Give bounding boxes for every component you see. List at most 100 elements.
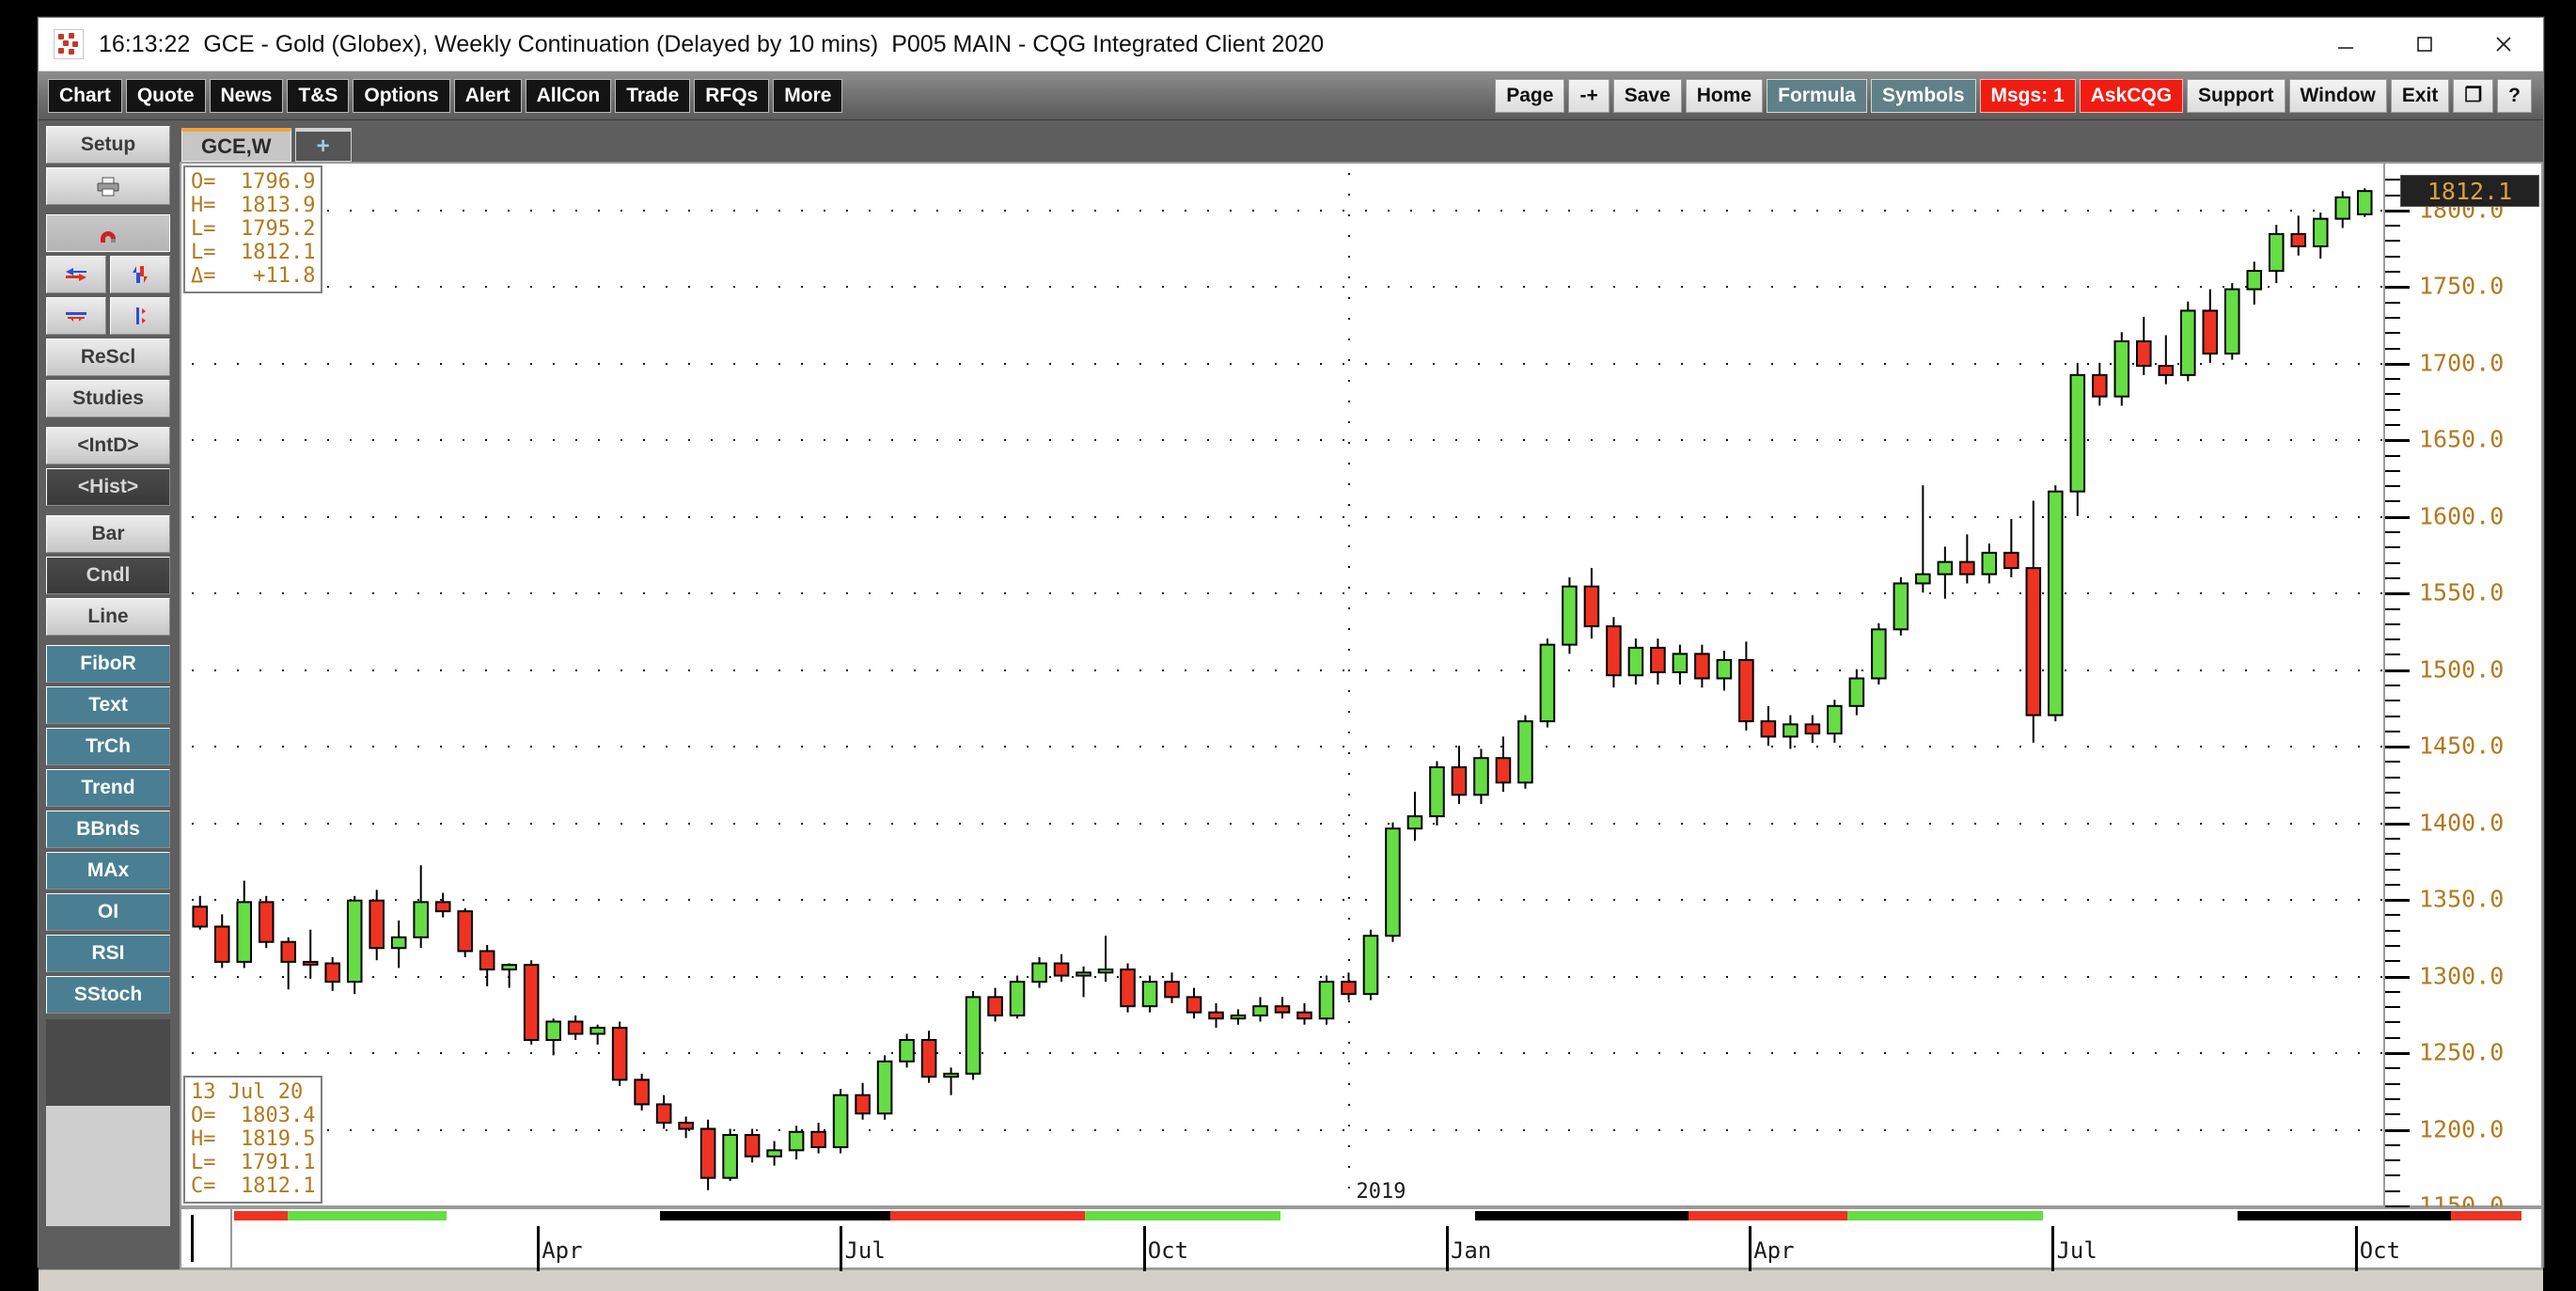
price-tick-label: 1300.0 — [2419, 962, 2505, 990]
info-row: Δ= +11.8 — [191, 264, 316, 288]
session-segment — [287, 1211, 448, 1220]
sidebar-item-trend-channel[interactable]: TrCh — [46, 728, 170, 765]
toolbarright-window-button[interactable]: Window — [2288, 78, 2387, 113]
info-row: O= 1796.9 — [191, 170, 316, 194]
price-tick — [2385, 576, 2400, 579]
price-axis[interactable]: 1812.1 1800.0 1750.0 1700.0 1650.0 1600.0 155… — [2385, 162, 2543, 1220]
price-tick — [2385, 332, 2400, 335]
info-row: H= 1819.5 — [191, 1127, 316, 1151]
toolbarright-askcqg-button[interactable]: AskCQG — [2079, 78, 2184, 113]
toolbarright-page-stepper-button[interactable]: -+ — [1568, 78, 1610, 113]
price-tick — [2385, 929, 2400, 932]
current-price-marker: 1812.1 — [2400, 175, 2539, 208]
sidebar-item-open-interest[interactable]: OI — [46, 893, 170, 931]
time-tick-label: Apr — [537, 1226, 583, 1271]
toolbarright-formula-button[interactable]: Formula — [1767, 78, 1867, 113]
sidebar-item-bollinger-bands[interactable]: BBnds — [46, 811, 170, 848]
pan-horizontal-icon[interactable] — [46, 256, 106, 293]
session-segment — [1688, 1211, 1848, 1220]
price-tick — [2385, 1128, 2410, 1132]
price-tick — [2385, 945, 2400, 947]
toolbar-allcon-button[interactable]: AllCon — [525, 78, 612, 113]
price-tick — [2385, 1021, 2400, 1024]
pan-vertical-icon[interactable] — [110, 256, 170, 293]
price-tick — [2385, 899, 2410, 903]
price-tick — [2385, 424, 2400, 426]
minimize-icon[interactable] — [2306, 18, 2385, 71]
price-tick — [2385, 1052, 2410, 1056]
price-tick — [2385, 561, 2400, 564]
toolbar-options-button[interactable]: Options — [353, 78, 450, 113]
price-tick — [2385, 653, 2400, 656]
sidebar-item-studies[interactable]: Studies — [46, 380, 170, 417]
toolbarright-messages-button[interactable]: Msgs: 1 — [1979, 78, 2076, 113]
price-tick — [2385, 607, 2400, 610]
toolbarright-help-button[interactable]: ? — [2497, 78, 2532, 113]
sidebar-item-moving-average[interactable]: MAx — [46, 852, 170, 890]
time-tick-label: Jul — [2051, 1226, 2097, 1271]
toolbarright-exit-button[interactable]: Exit — [2390, 78, 2450, 113]
sidebar-item-bar-chart-type[interactable]: Bar — [46, 515, 170, 553]
magnet-icon[interactable] — [46, 214, 170, 252]
toolbarright-page-button[interactable]: Page — [1495, 78, 1565, 113]
price-tick — [2385, 393, 2400, 396]
toolbarright-symbols-button[interactable]: Symbols — [1870, 78, 1976, 113]
price-tick — [2385, 240, 2400, 243]
sidebar-item-intraday[interactable]: <IntD> — [46, 427, 170, 464]
toolbar-news-button[interactable]: News — [209, 78, 284, 113]
price-tick — [2385, 700, 2400, 702]
sidebar-item-fibonacci-retracement[interactable]: FiboR — [46, 645, 170, 683]
time-axis-nav-handle[interactable] — [181, 1209, 232, 1267]
info-row: L= 1795.2 — [191, 217, 316, 241]
sidebar-item-rescale[interactable]: ReScl — [46, 338, 170, 376]
time-axis[interactable]: AprJulOctJanAprJulOctJanAprJul — [180, 1207, 2543, 1271]
toolbarright-save-button[interactable]: Save — [1612, 78, 1682, 113]
toolbarright-restore-window-button[interactable]: ❐ — [2453, 78, 2494, 113]
sidebar-item-candle-chart-type[interactable]: Cndl — [46, 557, 170, 594]
maximize-icon[interactable] — [2385, 18, 2464, 71]
cqg-integrated-client-window: 16:13:22 GCE - Gold (Globex), Weekly Cont… — [38, 17, 2544, 1291]
toolbar-alert-button[interactable]: Alert — [453, 78, 522, 113]
printer-icon[interactable] — [46, 167, 170, 205]
toolbarright-support-button[interactable]: Support — [2187, 78, 2285, 113]
toolbar-chart-button[interactable]: Chart — [48, 78, 122, 113]
sidebar-item-text-tool[interactable]: Text — [46, 686, 170, 724]
price-tick — [2385, 1159, 2400, 1162]
session-color-bar — [234, 1211, 2539, 1220]
add-tab-button[interactable]: + — [294, 128, 352, 162]
close-icon[interactable] — [2464, 18, 2543, 71]
toolbar-more-button[interactable]: More — [773, 78, 843, 113]
chart-tab-gce-w[interactable]: GCE,W — [181, 128, 291, 162]
time-tick-label: Oct — [2354, 1226, 2400, 1271]
toolbar-rfqs-button[interactable]: RFQs — [694, 78, 770, 113]
price-tick — [2385, 914, 2400, 917]
sidebar-item-trend-line[interactable]: Trend — [46, 769, 170, 807]
session-segment — [1085, 1211, 1280, 1220]
compress-vertical-icon[interactable] — [110, 297, 170, 335]
sidebar-item-history[interactable]: <Hist> — [46, 468, 170, 506]
account-label: P005 MAIN - CQG Integrated Client 2020 — [891, 30, 1325, 57]
price-plot-area[interactable]: O= 1796.9 H= 1813.9 L= 1795.2 L= 1812.1 Δ= +… — [180, 162, 2385, 1207]
sidebar-item-rsi-study[interactable]: RSI — [46, 935, 170, 972]
price-tick — [2385, 408, 2400, 411]
price-tick — [2385, 531, 2400, 534]
price-tick — [2385, 546, 2400, 549]
price-tick-label: 1400.0 — [2419, 809, 2505, 837]
toolbarright-home-button[interactable]: Home — [1685, 78, 1764, 113]
price-tick — [2385, 255, 2400, 258]
session-segment — [2521, 1211, 2539, 1220]
setup-button[interactable]: Setup — [46, 126, 170, 164]
sidebar-filler-light — [46, 1106, 170, 1226]
toolbar-quote-button[interactable]: Quote — [125, 78, 206, 113]
sidebar-item-slow-stochastics[interactable]: SStoch — [46, 976, 170, 1014]
price-tick — [2385, 225, 2400, 228]
sidebar-item-line-chart-type[interactable]: Line — [46, 598, 170, 636]
price-tick — [2385, 378, 2400, 381]
price-tick — [2385, 730, 2400, 732]
toolbar-time-and-sales-button[interactable]: T&S — [287, 78, 350, 113]
price-tick — [2385, 669, 2410, 672]
compress-horizontal-icon[interactable] — [46, 297, 106, 335]
toolbar-trade-button[interactable]: Trade — [615, 78, 691, 113]
main-content: Setup ReScl Studies <IntD> <Hist> Bar Cn… — [39, 120, 2543, 1271]
price-tick — [2385, 746, 2410, 749]
